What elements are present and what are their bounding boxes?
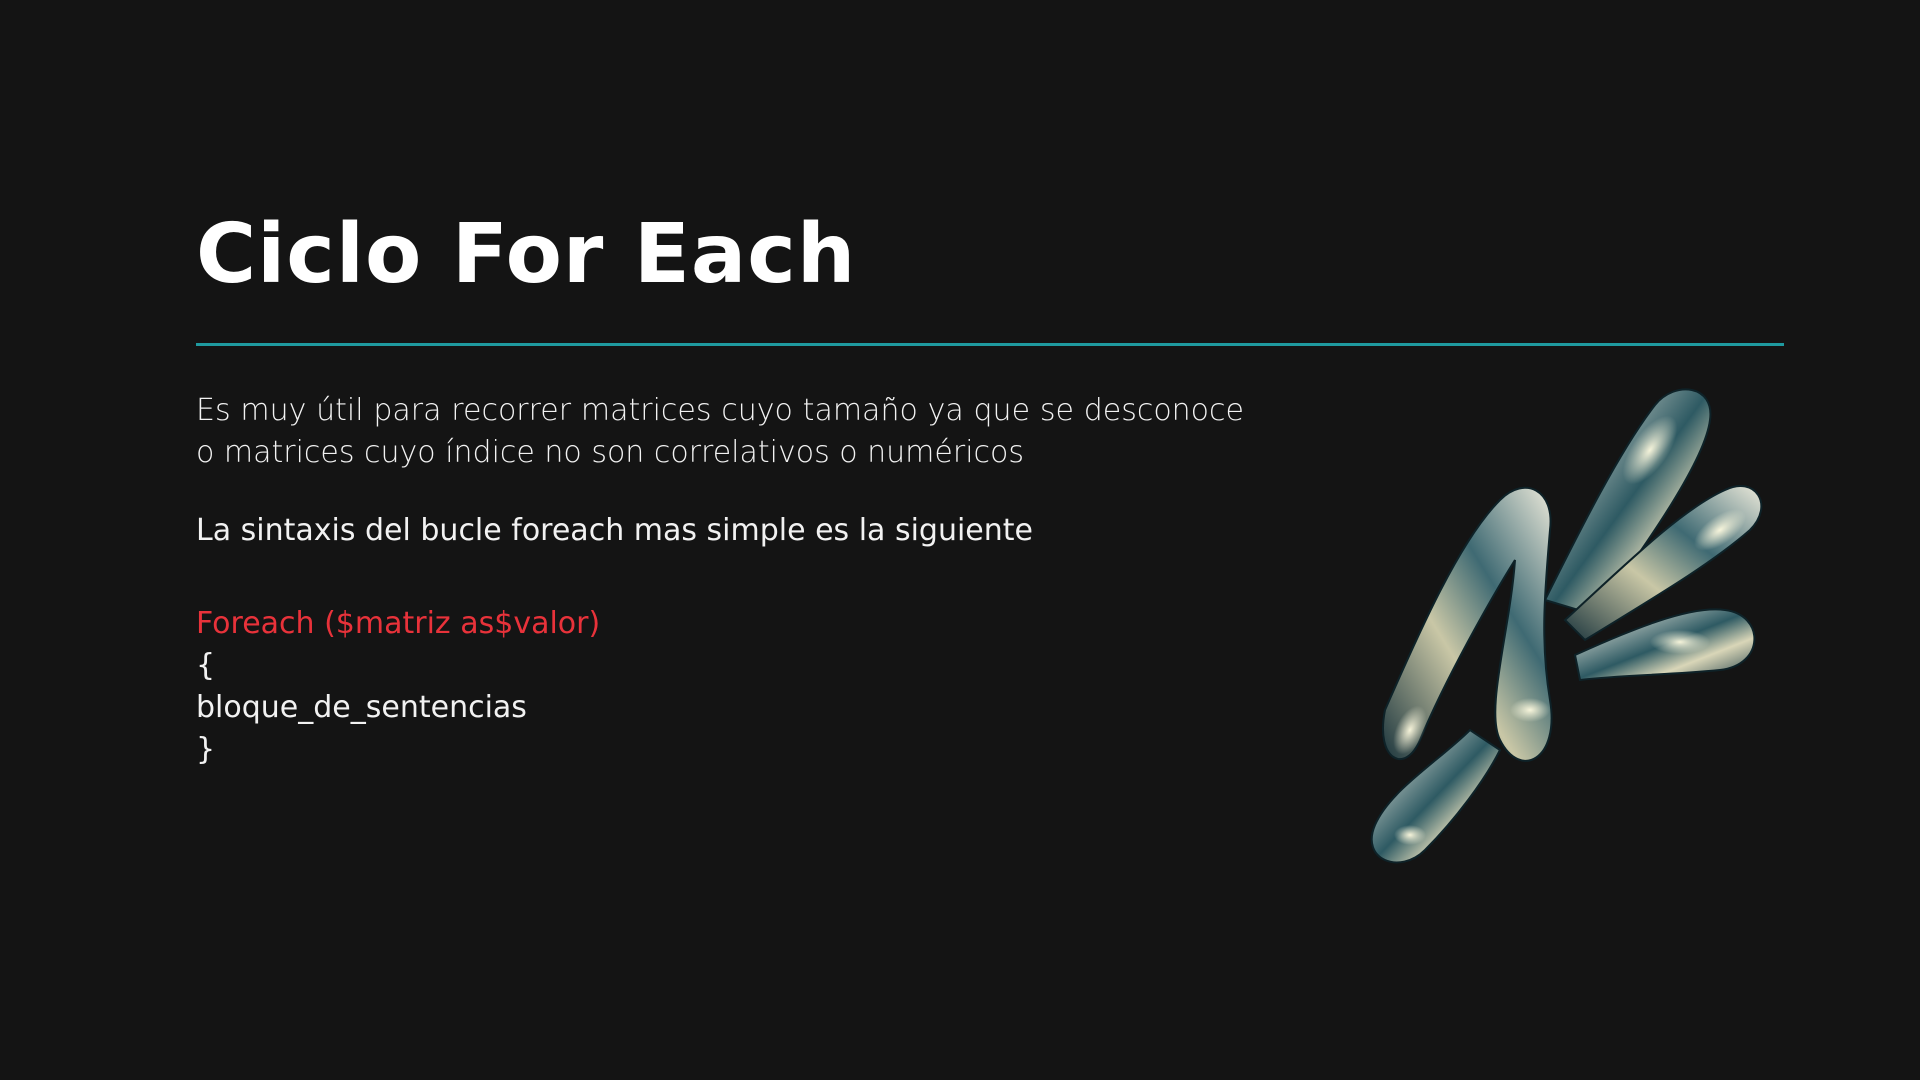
slide-title: Ciclo For Each — [196, 207, 857, 302]
slide: Ciclo For Each Es muy útil para recorrer… — [0, 0, 1920, 1080]
code-foreach-line: Foreach ($matriz as$valor) — [196, 606, 601, 641]
code-block: Foreach ($matriz as$valor) { bloque_de_s… — [196, 603, 600, 771]
syntax-intro-text: La sintaxis del bucle foreach mas simple… — [196, 513, 1033, 548]
code-open-brace: { — [196, 648, 216, 683]
description-paragraph: Es muy útil para recorrer matrices cuyo … — [196, 393, 1244, 470]
code-statement-line: bloque_de_sentencias — [196, 690, 527, 725]
title-divider — [196, 343, 1784, 346]
code-close-brace: } — [196, 732, 216, 767]
chrome-blob-illustration — [1370, 388, 1763, 864]
